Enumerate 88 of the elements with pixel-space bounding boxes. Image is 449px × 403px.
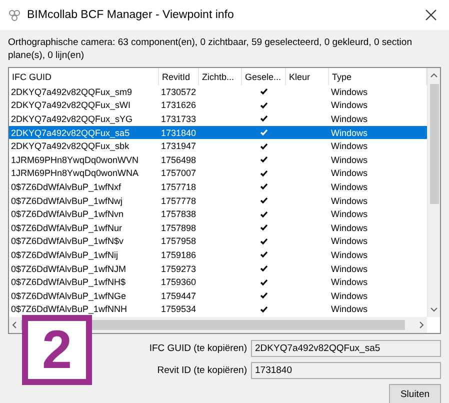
table-cell-text: 0$7Z6DdWfAlvBuP_1wfNNH: [10, 304, 128, 314]
table-row[interactable]: 0$7Z6DdWfAlvBuP_1wfNJM 1759273 Windows: [9, 262, 427, 276]
table-row[interactable]: 0$7Z6DdWfAlvBuP_1wfNvn 1757838 Windows: [9, 207, 427, 221]
table-row[interactable]: 2DKYQ7a492v82QQFux_sa5 1731840 Windows: [9, 126, 427, 140]
table-cell-text: Windows: [330, 290, 369, 301]
table-row[interactable]: 2DKYQ7a492v82QQFux_sWI 1731626 Windows: [9, 98, 427, 112]
table-row[interactable]: 0$7Z6DdWfAlvBuP_1wfNGe 1759447 Windows: [9, 288, 427, 302]
table-cell-text: Windows: [330, 250, 369, 260]
table-row[interactable]: 2DKYQ7a492v82QQFux_sbk 1731947 Windows: [9, 139, 427, 153]
field-label: Revit ID (te kopiëren): [157, 365, 247, 376]
table-cell-text: 1757007: [160, 168, 198, 178]
table-cell-text: 1756498: [160, 154, 198, 165]
table-cell-text: 1731947: [160, 141, 198, 152]
table-row[interactable]: 0$7Z6DdWfAlvBuP_1wfNwj 1757778 Windows: [9, 194, 427, 208]
table-cell-text: 1731626: [160, 100, 198, 110]
table-cell-text: 2DKYQ7a492v82QQFux_sm9: [10, 86, 134, 97]
table-row[interactable]: 0$7Z6DdWfAlvBuP_1wfNur 1757898 Windows: [9, 220, 427, 235]
app-icon: [8, 8, 21, 22]
table-row[interactable]: 1JRM69PHn8YwqDq0wonWNA 1757007 Windows: [9, 166, 427, 180]
close-button[interactable]: Sluiten: [389, 384, 441, 403]
table-cell-text: Windows: [330, 277, 369, 288]
table-cell-text: Windows: [330, 128, 369, 138]
column-header[interactable]: Kleur: [286, 68, 329, 85]
vertical-scrollbar[interactable]: [427, 68, 440, 317]
table-cell-text: Windows: [330, 182, 369, 192]
column-header[interactable]: IFC GUID: [9, 68, 159, 85]
table-cell-text: 0$7Z6DdWfAlvBuP_1wfNur: [10, 222, 124, 233]
scroll-up-icon[interactable]: [430, 72, 438, 78]
table-cell-text: Windows: [330, 86, 369, 97]
table-cell-text: 0$7Z6DdWfAlvBuP_1wfNwj: [10, 196, 124, 206]
table-cell-text: Windows: [330, 100, 369, 110]
table-cell-text: 1731840: [160, 128, 198, 138]
field-label: IFC GUID (te kopiëren): [149, 343, 247, 354]
step-number-overlay: 2: [22, 315, 92, 385]
table-cell-text: 1757898: [160, 222, 198, 233]
table-row[interactable]: 0$7Z6DdWfAlvBuP_1wfNxf 1757718 Windows: [9, 180, 427, 194]
table-cell-text: 1757958: [160, 236, 198, 246]
input-field[interactable]: 2DKYQ7a492v82QQFux_sa5: [251, 340, 441, 357]
table-cell-text: 1JRM69PHn8YwqDq0wonWVN: [10, 154, 140, 165]
table-cell-text: Windows: [330, 209, 369, 220]
table-row[interactable]: 0$7Z6DdWfAlvBuP_1wfNij 1759186 Windows: [9, 248, 427, 262]
table-cell-text: 1JRM69PHn8YwqDq0wonWNA: [10, 168, 140, 178]
table-cell-text: Windows: [330, 141, 369, 152]
table-row[interactable]: 0$7Z6DdWfAlvBuP_1wfNNH 1759534 Windows: [9, 302, 427, 316]
column-header[interactable]: Gesele...: [242, 68, 286, 85]
input-field[interactable]: 1731840: [251, 362, 441, 379]
table-cell-text: Windows: [330, 154, 369, 165]
table-cell-text: Windows: [330, 114, 369, 124]
table-cell-text: 0$7Z6DdWfAlvBuP_1wfNH$: [10, 277, 127, 288]
table-cell-text: 2DKYQ7a492v82QQFux_sa5: [10, 128, 131, 138]
table-cell-text: Windows: [330, 168, 369, 178]
scroll-right-icon[interactable]: [419, 321, 425, 329]
table-cell-text: 0$7Z6DdWfAlvBuP_1wfN$v: [10, 236, 125, 246]
table-cell-text: 0$7Z6DdWfAlvBuP_1wfNvn: [10, 209, 125, 220]
window-title: BIMcollab BCF Manager - Viewpoint info: [27, 9, 235, 21]
table-cell-text: 1759360: [160, 277, 198, 288]
table-cell-text: 2DKYQ7a492v82QQFux_sYG: [10, 114, 134, 124]
table-cell-text: 0$7Z6DdWfAlvBuP_1wfNij: [10, 250, 120, 260]
table-cell-text: Windows: [330, 236, 369, 246]
table-row[interactable]: 0$7Z6DdWfAlvBuP_1wfN$v 1757958 Windows: [9, 234, 427, 248]
table-row[interactable]: 1JRM69PHn8YwqDq0wonWVN 1756498 Windows: [9, 152, 427, 167]
table-cell-text: 1731733: [160, 114, 198, 124]
table-cell-text: Windows: [330, 264, 369, 274]
table-cell-text: 0$7Z6DdWfAlvBuP_1wfNGe: [10, 290, 128, 301]
table-cell-text: 1759534: [160, 304, 198, 314]
table-cell-text: 1759273: [160, 264, 198, 274]
table-cell-text: 1757838: [160, 209, 198, 220]
scroll-down-icon[interactable]: [430, 307, 438, 313]
table-cell-text: Windows: [330, 222, 369, 233]
column-header[interactable]: RevitId: [159, 68, 199, 85]
table-cell-text: Windows: [330, 304, 369, 314]
table-cell-text: 1759186: [160, 250, 198, 260]
table-cell-text: 1730572: [160, 86, 198, 97]
viewpoint-summary: Orthographische camera: 63 component(en), 0 zichtbaar, 59 geselecteerd, 0 gekleurd, 0 section plane(s), 0 lijn(en): [7, 36, 413, 63]
table-cell-text: 1757718: [160, 182, 198, 192]
column-header[interactable]: Zichtb...: [199, 68, 242, 85]
table-row[interactable]: 0$7Z6DdWfAlvBuP_1wfNH$ 1759360 Windows: [9, 275, 427, 289]
table-row[interactable]: 2DKYQ7a492v82QQFux_sm9 1730572 Windows: [9, 85, 427, 99]
scroll-left-icon[interactable]: [11, 321, 17, 329]
table-cell-text: 2DKYQ7a492v82QQFux_sbk: [10, 141, 130, 152]
table-cell-text: 1759447: [160, 290, 198, 301]
table-cell-text: 2DKYQ7a492v82QQFux_sWI: [10, 100, 132, 110]
table-cell-text: 1757778: [160, 196, 198, 206]
close-icon[interactable]: [425, 9, 437, 21]
table-cell-text: Windows: [330, 196, 369, 206]
table-row[interactable]: 2DKYQ7a492v82QQFux_sYG 1731733 Windows: [9, 112, 427, 126]
table-cell-text: 0$7Z6DdWfAlvBuP_1wfNxf: [10, 182, 122, 192]
table-cell-text: 0$7Z6DdWfAlvBuP_1wfNJM: [10, 264, 128, 274]
